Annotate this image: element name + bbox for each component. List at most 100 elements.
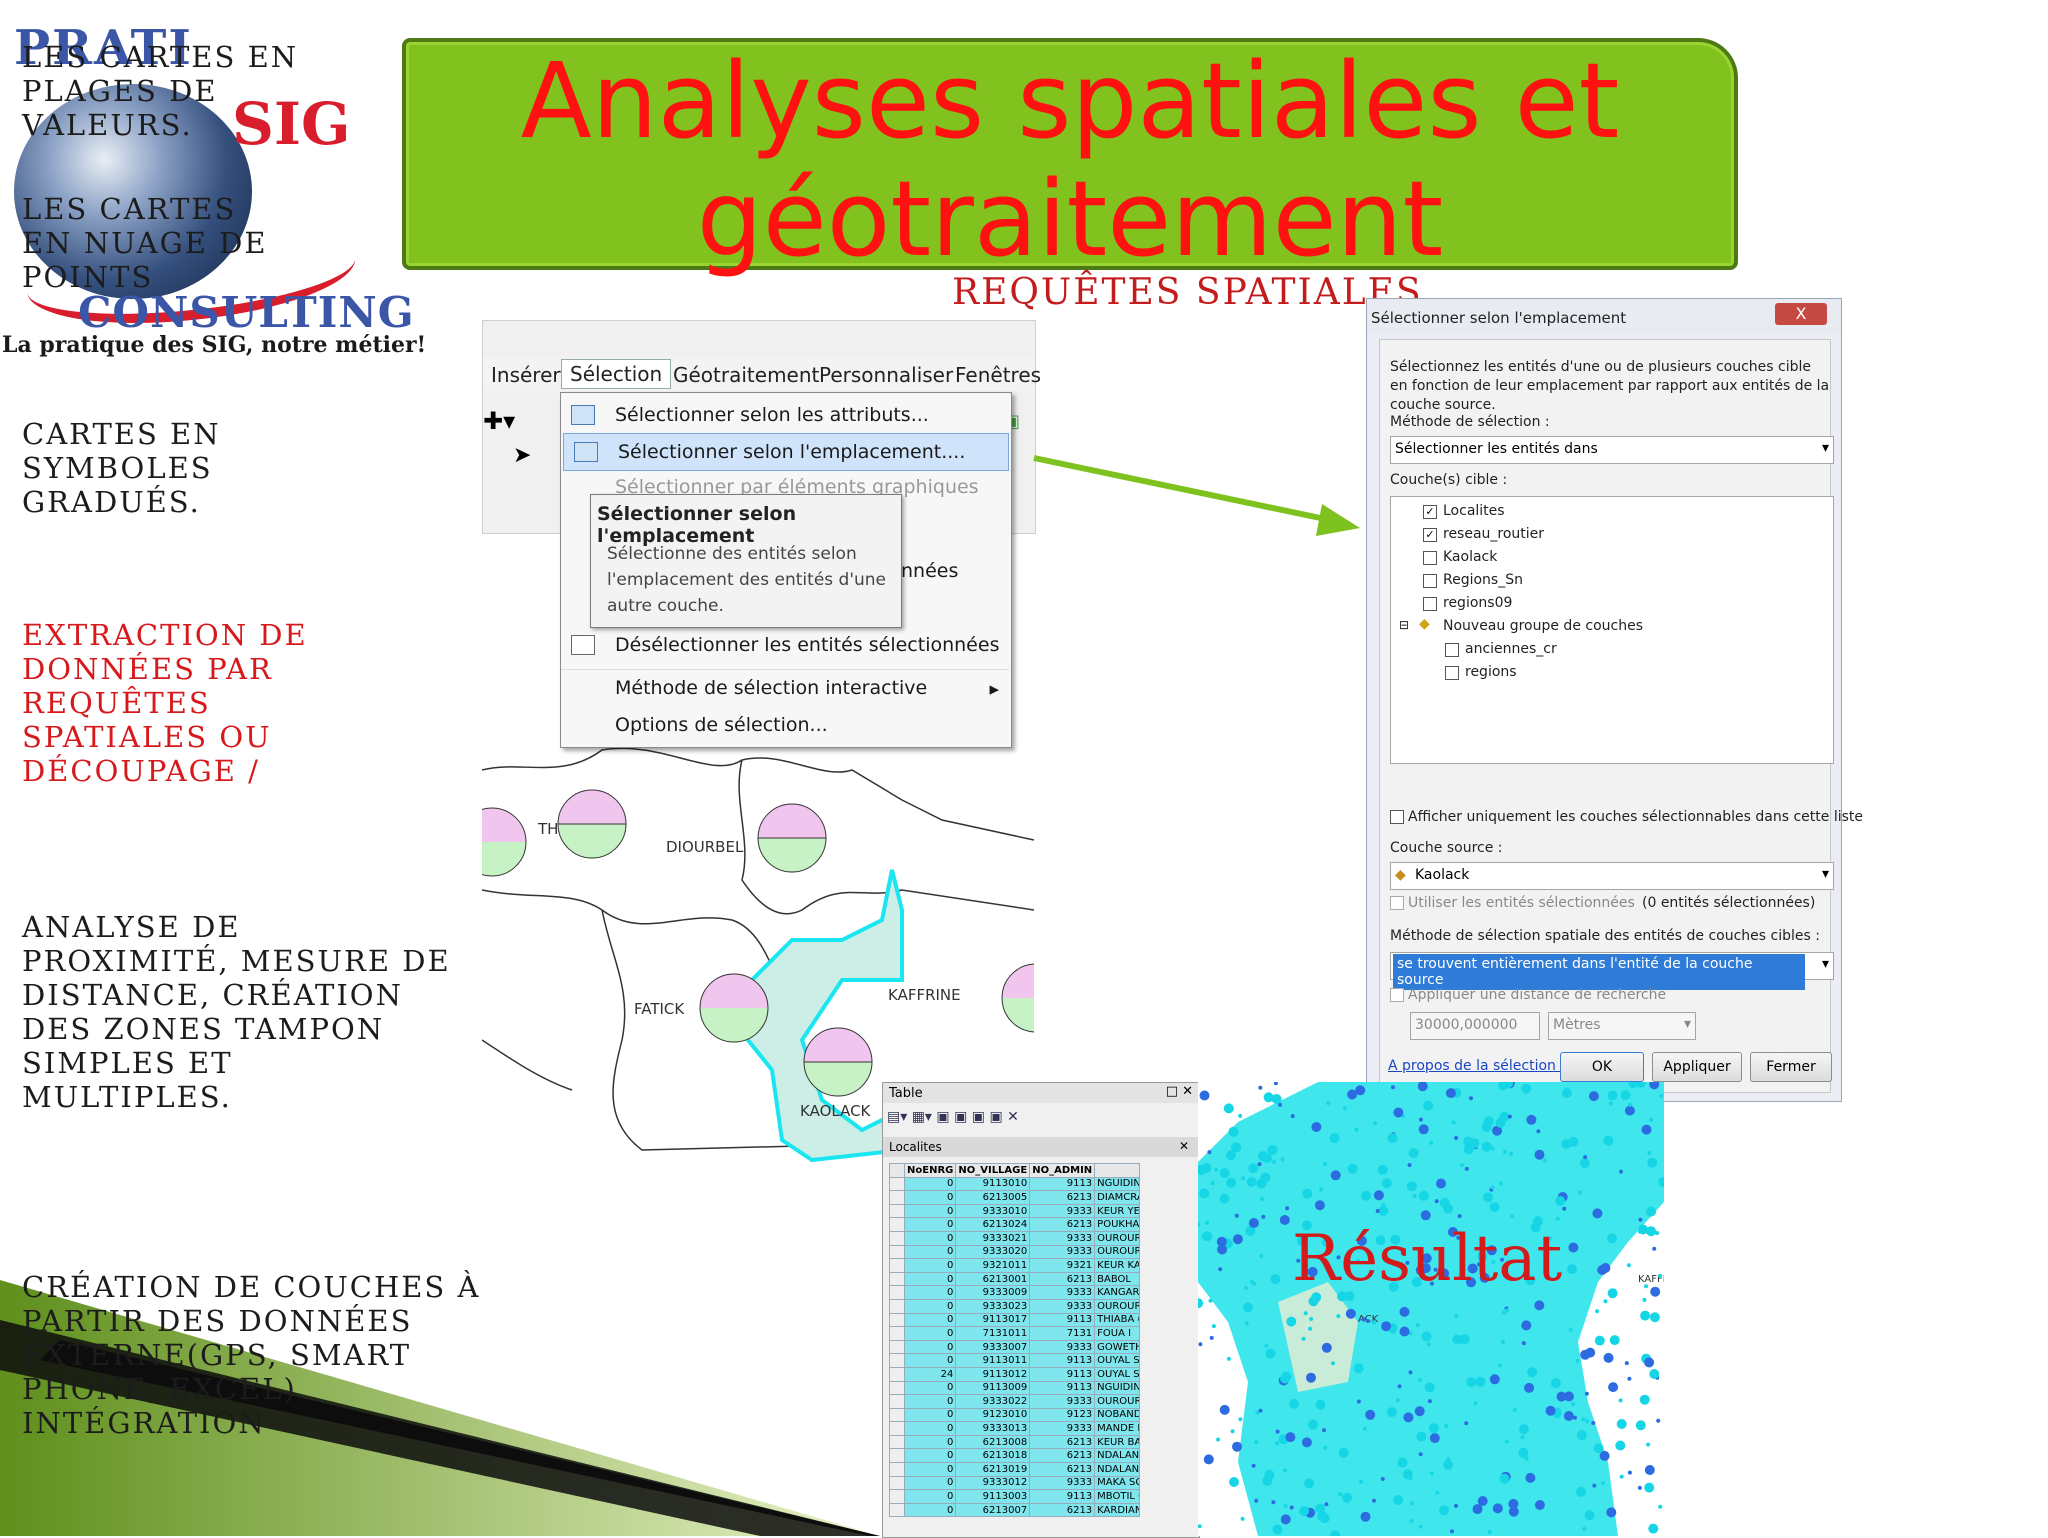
row-selector[interactable] — [889, 1462, 905, 1477]
target-layers-list[interactable]: ✓ Localites ✓ reseau_routier Kaolack Regio… — [1390, 496, 1834, 764]
table-cell: 6213 — [1029, 1190, 1096, 1205]
table-row[interactable]: 0 9333013 9333 MANDE K — [889, 1421, 1141, 1436]
layer-checkbox-localites[interactable]: ✓ — [1423, 505, 1437, 519]
layer-checkbox-regions[interactable] — [1445, 666, 1459, 680]
row-selector[interactable] — [889, 1489, 905, 1504]
method-select[interactable]: Sélectionner les entités dans ▾ — [1390, 436, 1834, 464]
menu-selection[interactable]: Sélection — [561, 359, 672, 389]
table-row[interactable]: 0 6213008 6213 KEUR BAI — [889, 1434, 1141, 1450]
table-tab[interactable]: Localites ✕ — [883, 1137, 1199, 1157]
row-selector[interactable] — [889, 1380, 905, 1396]
col-header[interactable] — [1094, 1163, 1141, 1178]
close-icon[interactable]: □ ✕ — [1166, 1084, 1193, 1099]
menu-item-select-by-location[interactable]: Sélectionner selon l'emplacement.... — [563, 433, 1009, 471]
row-selector[interactable] — [889, 1176, 905, 1192]
collapse-icon[interactable]: ⊟ — [1399, 618, 1409, 632]
distance-unit-select[interactable]: Mètres ▾ — [1548, 1012, 1696, 1040]
row-selector[interactable] — [889, 1326, 905, 1341]
menu-fenetres[interactable]: Fenêtres — [955, 363, 1041, 387]
row-selector[interactable] — [889, 1217, 905, 1232]
table-row[interactable]: 093330109333KEUR YEF — [889, 1203, 1141, 1219]
apply-distance-checkbox[interactable] — [1390, 988, 1404, 1002]
use-selected-checkbox[interactable] — [1390, 896, 1404, 910]
table-row[interactable]: 0 9113017 9113 THIABA (I — [889, 1312, 1141, 1328]
distance-input[interactable]: 30000,000000 — [1410, 1012, 1540, 1040]
row-selector[interactable] — [889, 1434, 905, 1450]
menu-inserer[interactable]: Insérer — [491, 363, 561, 387]
table-row[interactable]: 0 9333021 9333 OUROUR — [889, 1230, 1141, 1246]
col-header[interactable]: NO_ADMIN — [1029, 1163, 1096, 1178]
row-selector[interactable] — [889, 1502, 905, 1518]
row-selector[interactable] — [889, 1258, 905, 1273]
add-data-icon[interactable]: ✚▾ — [483, 407, 515, 435]
table-row[interactable]: 091130109113NGUIDINE — [889, 1176, 1141, 1192]
row-selector[interactable] — [889, 1203, 905, 1219]
row-selector[interactable] — [889, 1230, 905, 1246]
locality-point — [1309, 1317, 1314, 1321]
table-row[interactable]: 0 9113011 9113 OUYAL S — [889, 1353, 1141, 1368]
table-row[interactable]: 0 7131011 7131 FOUA I — [889, 1326, 1141, 1341]
row-selector[interactable] — [889, 1366, 905, 1382]
locality-point — [1308, 1419, 1319, 1430]
layer-checkbox-kaolack[interactable] — [1423, 551, 1437, 565]
table-row[interactable]: 0 9333012 9333 MAKA SC — [889, 1475, 1141, 1491]
table-row[interactable]: 0 9321011 9321 KEUR KAI — [889, 1258, 1141, 1273]
table-row[interactable]: 0 9333009 9333 KANGARI — [889, 1285, 1141, 1300]
table-row[interactable]: 0 6213005 6213 DIAMCRA — [889, 1190, 1141, 1205]
row-selector[interactable] — [889, 1421, 905, 1436]
source-layer-select[interactable]: Kaolack ◆ ▾ — [1390, 862, 1834, 890]
dialog-title: Sélectionner selon l'emplacement — [1371, 309, 1627, 327]
col-header[interactable]: NoENRG — [903, 1163, 957, 1178]
row-selector[interactable] — [889, 1312, 905, 1328]
table-row[interactable]: 091130099113NGUIDINE — [889, 1380, 1141, 1396]
row-selector[interactable] — [889, 1475, 905, 1491]
locality-point — [1355, 1085, 1366, 1096]
table-toolbar[interactable]: ▤▾ ▦▾ ▣ ▣ ▣ ▣ ✕ — [887, 1109, 1019, 1125]
ok-button[interactable]: OK — [1560, 1052, 1644, 1082]
locality-point — [1640, 1310, 1651, 1321]
table-row[interactable]: 062130186213NDALANE — [889, 1448, 1141, 1464]
locality-point — [1359, 1479, 1364, 1484]
table-row[interactable]: 24 9113012 9113 OUYAL S — [889, 1366, 1141, 1382]
menu-item-clear-selection[interactable]: Désélectionner les entités sélectionnées — [561, 627, 1009, 663]
row-selector[interactable] — [889, 1448, 905, 1464]
table-row[interactable]: 062130196213NDALANE — [889, 1462, 1141, 1477]
row-selector[interactable] — [889, 1271, 905, 1287]
table-row[interactable]: 0 9333020 9333 OUROUR — [889, 1244, 1141, 1260]
menu-item-interactive-method[interactable]: Méthode de sélection interactive ▸ — [561, 669, 1009, 706]
row-selector[interactable] — [889, 1339, 905, 1355]
table-row[interactable]: 0 9333023 9333 OUROUR — [889, 1298, 1141, 1314]
table-row[interactable]: 0 6213001 6213 BABOL — [889, 1271, 1141, 1287]
row-selector[interactable] — [889, 1244, 905, 1260]
table-row[interactable]: 091130039113MBOTIL C — [889, 1489, 1141, 1504]
only-selectable-checkbox[interactable] — [1390, 810, 1404, 824]
spatial-method-select[interactable]: se trouvent entièrement dans l'entité de… — [1390, 952, 1834, 990]
row-selector[interactable] — [889, 1190, 905, 1205]
close-button[interactable]: Fermer — [1750, 1052, 1832, 1082]
menu-geotraitement[interactable]: Géotraitement — [673, 363, 819, 387]
table-row[interactable]: 0 6213007 6213 KARDIAN — [889, 1502, 1141, 1518]
row-selector[interactable] — [889, 1285, 905, 1300]
layer-checkbox-regions09[interactable] — [1423, 597, 1437, 611]
layer-checkbox-reseau[interactable]: ✓ — [1423, 528, 1437, 542]
table-row[interactable]: 0 6213024 6213 POUKHAI — [889, 1217, 1141, 1232]
table-row[interactable]: 093330079333GOWETHI — [889, 1339, 1141, 1355]
row-selector[interactable] — [889, 1407, 905, 1423]
layer-checkbox-regions-sn[interactable] — [1423, 574, 1437, 588]
table-cell: KEUR KAI — [1094, 1258, 1141, 1273]
row-selector[interactable] — [889, 1394, 905, 1409]
apply-button[interactable]: Appliquer — [1652, 1052, 1742, 1082]
pointer-icon[interactable]: ➤ — [513, 443, 531, 468]
table-row[interactable]: 0 9333022 9333 OUROUR — [889, 1394, 1141, 1409]
table-row[interactable]: 091230109123NOBANDA — [889, 1407, 1141, 1423]
menu-personnaliser[interactable]: Personnaliser — [819, 363, 953, 387]
row-selector[interactable] — [889, 1353, 905, 1368]
row-selector[interactable] — [889, 1298, 905, 1314]
col-header[interactable]: NO_VILLAGE — [955, 1163, 1031, 1178]
locality-point — [1280, 1514, 1291, 1525]
close-icon[interactable]: X — [1775, 303, 1827, 325]
menu-item-selection-options[interactable]: Options de sélection... — [561, 707, 1009, 743]
close-icon[interactable]: ✕ — [1179, 1139, 1189, 1153]
layer-checkbox-anciennes[interactable] — [1445, 643, 1459, 657]
menu-item-select-by-attributes[interactable]: Sélectionner selon les attributs... — [561, 397, 1009, 433]
